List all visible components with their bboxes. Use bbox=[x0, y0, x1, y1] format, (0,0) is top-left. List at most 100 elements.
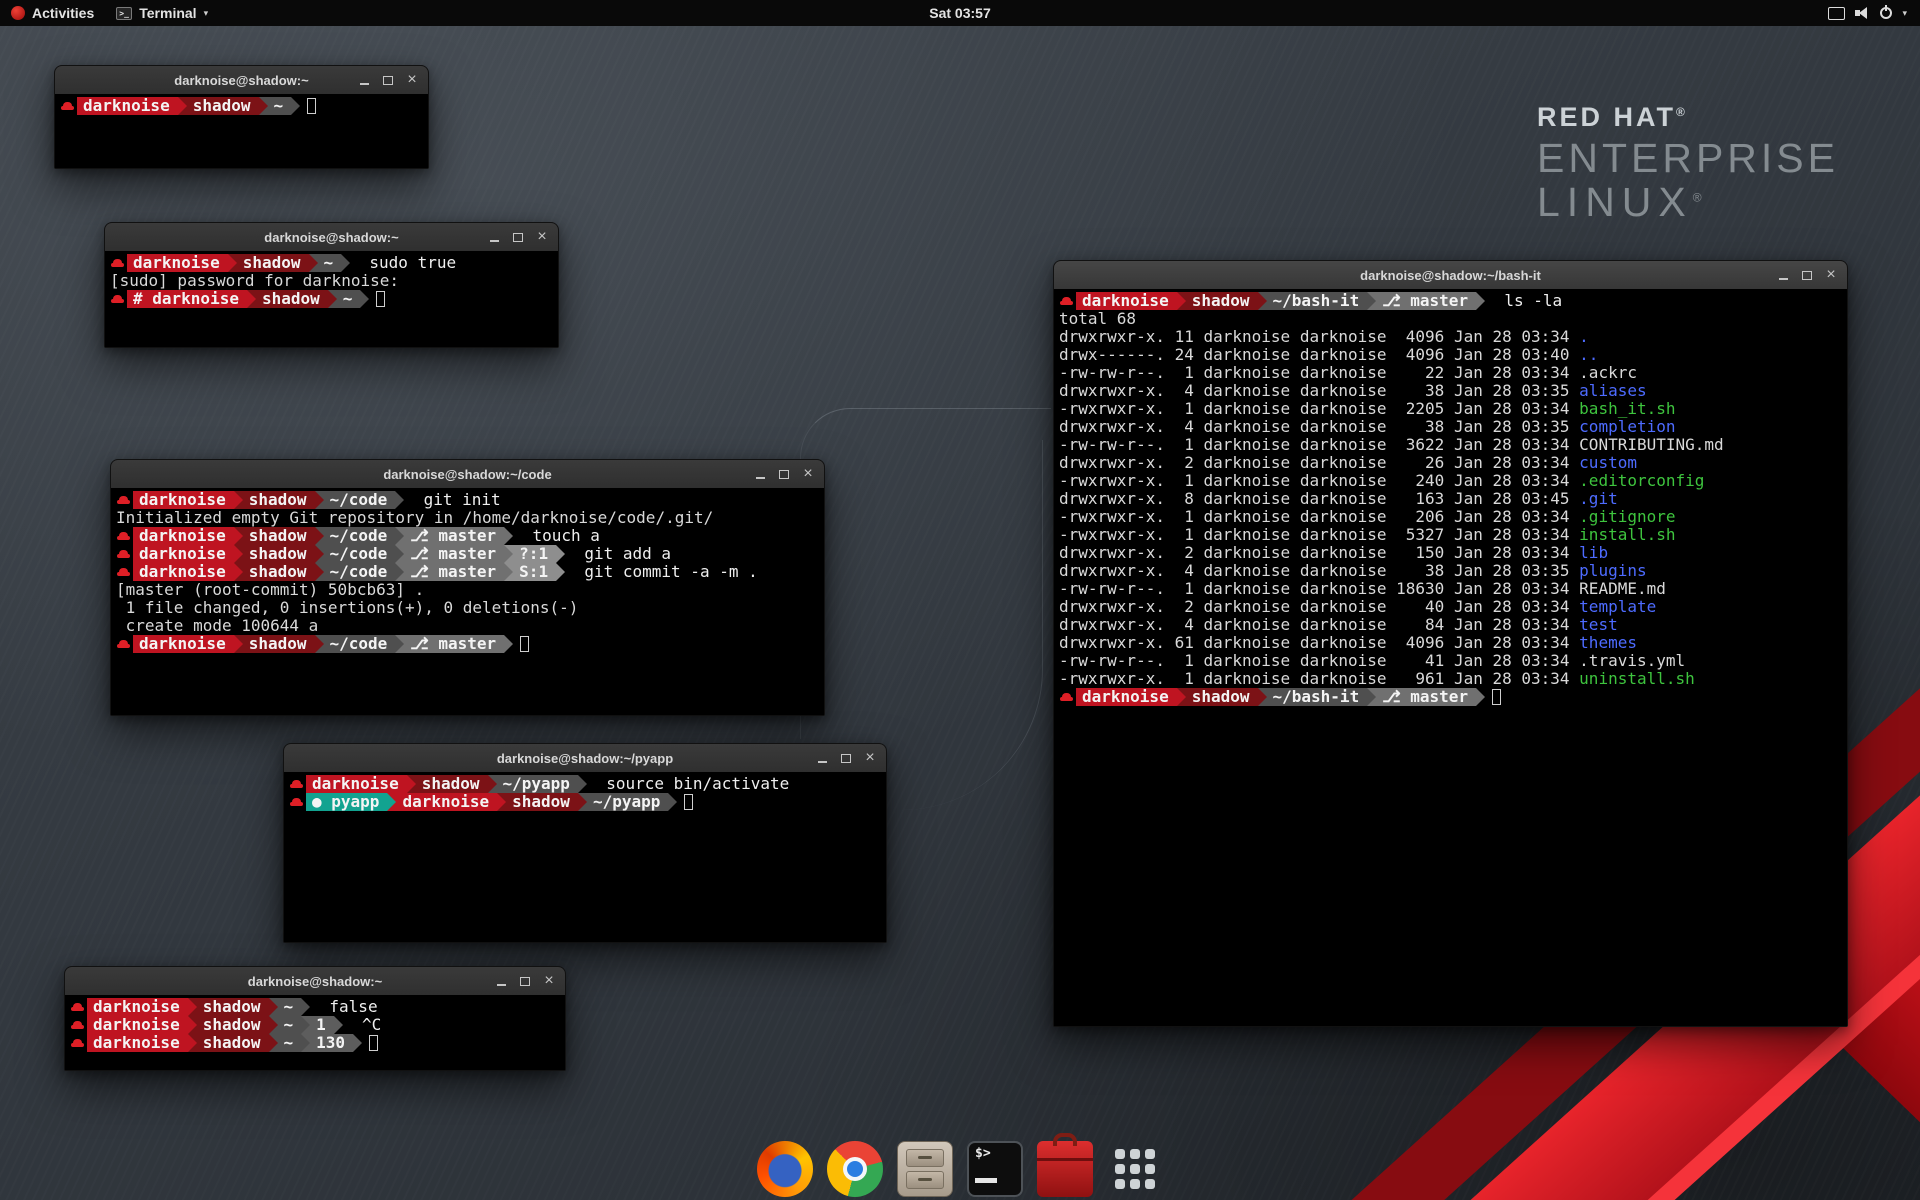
terminal-line: drwxrwxr-x. 61 darknoise darknoise 4096 … bbox=[1059, 634, 1842, 652]
terminal-icon[interactable]: $> bbox=[967, 1141, 1023, 1197]
terminal-line: -rw-rw-r--. 1 darknoise darknoise 18630 … bbox=[1059, 580, 1842, 598]
terminal-line: -rw-rw-r--. 1 darknoise darknoise 41 Jan… bbox=[1059, 652, 1842, 670]
prompt-segment: ⎇ master bbox=[404, 563, 504, 581]
powerline-separator-icon bbox=[578, 793, 587, 811]
window-titlebar[interactable]: darknoise@shadow:~/bash-it× bbox=[1054, 261, 1847, 290]
terminal-content[interactable]: darknoiseshadow~ bbox=[55, 94, 428, 168]
icon-part bbox=[906, 1171, 944, 1189]
icon-part bbox=[578, 775, 587, 793]
window-titlebar[interactable]: darknoise@shadow:~/code× bbox=[111, 460, 824, 489]
clock[interactable]: Sat 03:57 bbox=[929, 0, 990, 26]
output-text: create mode 100644 a bbox=[116, 617, 318, 635]
prompt-segment: darknoise bbox=[133, 545, 234, 563]
icon-part bbox=[1130, 1149, 1140, 1159]
terminal-line: drwxrwxr-x. 4 darknoise darknoise 38 Jan… bbox=[1059, 562, 1842, 580]
icon-part bbox=[269, 998, 278, 1016]
icon-part bbox=[188, 1016, 197, 1034]
firefox-icon[interactable] bbox=[757, 1141, 813, 1197]
dock: $> bbox=[757, 1141, 1163, 1197]
maximize-button[interactable] bbox=[836, 748, 856, 768]
powerline-separator-icon bbox=[269, 1034, 278, 1052]
output-text: -rwxrwxr-x. 1 darknoise darknoise 206 Ja… bbox=[1059, 508, 1579, 526]
icon-part bbox=[334, 1016, 343, 1034]
chrome-icon[interactable] bbox=[827, 1141, 883, 1197]
terminal-line: drwxrwxr-x. 2 darknoise darknoise 40 Jan… bbox=[1059, 598, 1842, 616]
terminal-content[interactable]: darknoiseshadow~ sudo true[sudo] passwor… bbox=[105, 251, 558, 347]
terminal-content[interactable]: darknoiseshadow~/code git initInitialize… bbox=[111, 488, 824, 715]
close-button[interactable]: × bbox=[532, 227, 552, 247]
terminal-line: darknoiseshadow~130 bbox=[70, 1034, 560, 1052]
maximize-button[interactable] bbox=[1797, 265, 1817, 285]
window-titlebar[interactable]: darknoise@shadow:~× bbox=[105, 223, 558, 252]
terminal-window[interactable]: darknoise@shadow:~×darknoiseshadow~ bbox=[54, 65, 429, 169]
toolbox-icon[interactable] bbox=[1037, 1141, 1093, 1197]
maximize-button[interactable] bbox=[508, 227, 528, 247]
icon-part bbox=[1802, 271, 1812, 280]
terminal-cursor bbox=[520, 636, 529, 652]
maximize-button[interactable] bbox=[774, 464, 794, 484]
app-grid-icon[interactable] bbox=[1107, 1141, 1163, 1197]
file-name: custom bbox=[1579, 454, 1637, 472]
maximize-button[interactable] bbox=[378, 70, 398, 90]
close-button[interactable]: × bbox=[860, 748, 880, 768]
minimize-button[interactable] bbox=[1773, 265, 1793, 285]
terminal-line: darknoiseshadow~/bash-it⎇ master ls -la bbox=[1059, 292, 1842, 310]
terminal-line: darknoiseshadow~ false bbox=[70, 998, 560, 1016]
icon-part bbox=[756, 477, 765, 479]
window-titlebar[interactable]: darknoise@shadow:~× bbox=[65, 967, 565, 996]
terminal-cursor bbox=[307, 98, 316, 114]
fedora-icon bbox=[1059, 292, 1076, 310]
terminal-content[interactable]: darknoiseshadow~/bash-it⎇ master ls -lat… bbox=[1054, 289, 1847, 1026]
fedora-icon bbox=[289, 775, 306, 793]
prompt-segment: ~/bash-it bbox=[1267, 292, 1368, 310]
minimize-button[interactable] bbox=[354, 70, 374, 90]
icon-part bbox=[504, 545, 513, 563]
window-titlebar[interactable]: darknoise@shadow:~/pyapp× bbox=[284, 744, 886, 773]
terminal-window[interactable]: darknoise@shadow:~×darknoiseshadow~ sudo… bbox=[104, 222, 559, 348]
powerline-separator-icon bbox=[234, 545, 243, 563]
terminal-window[interactable]: darknoise@shadow:~/bash-it×darknoiseshad… bbox=[1053, 260, 1848, 1027]
icon-part bbox=[975, 1178, 997, 1183]
terminal-cursor bbox=[376, 291, 385, 307]
prompt-segment: ~/code bbox=[324, 491, 396, 509]
activities-button[interactable]: Activities bbox=[0, 0, 105, 26]
icon-part bbox=[291, 97, 300, 115]
system-status-menu[interactable]: ▾ bbox=[1815, 0, 1920, 26]
icon-part bbox=[269, 1016, 278, 1034]
command-text: source bin/activate bbox=[587, 775, 789, 793]
output-text: drwxrwxr-x. 11 darknoise darknoise 4096 … bbox=[1059, 328, 1579, 346]
chevron-down-icon: ▾ bbox=[204, 8, 209, 19]
terminal-window[interactable]: darknoise@shadow:~/pyapp×darknoiseshadow… bbox=[283, 743, 887, 943]
close-button[interactable]: × bbox=[402, 70, 422, 90]
terminal-line: drwxrwxr-x. 4 darknoise darknoise 84 Jan… bbox=[1059, 616, 1842, 634]
minimize-button[interactable] bbox=[491, 971, 511, 991]
powerline-separator-icon bbox=[387, 793, 396, 811]
file-name: CONTRIBUTING.md bbox=[1579, 436, 1724, 454]
powerline-separator-icon bbox=[395, 545, 404, 563]
maximize-button[interactable] bbox=[515, 971, 535, 991]
icon-part bbox=[497, 984, 506, 986]
powerline-separator-icon bbox=[315, 635, 324, 653]
close-button[interactable]: × bbox=[798, 464, 818, 484]
minimize-button[interactable] bbox=[812, 748, 832, 768]
files-icon[interactable] bbox=[897, 1141, 953, 1197]
terminal-window[interactable]: darknoise@shadow:~×darknoiseshadow~ fals… bbox=[64, 966, 566, 1071]
terminal-content[interactable]: darknoiseshadow~/pyapp source bin/activa… bbox=[284, 772, 886, 942]
terminal-content[interactable]: darknoiseshadow~ falsedarknoiseshadow~1 … bbox=[65, 995, 565, 1070]
icon-part bbox=[228, 254, 237, 272]
close-button[interactable]: × bbox=[539, 971, 559, 991]
terminal-window[interactable]: darknoise@shadow:~/code×darknoiseshadow~… bbox=[110, 459, 825, 716]
terminal-line: drwx------. 24 darknoise darknoise 4096 … bbox=[1059, 346, 1842, 364]
powerline-separator-icon bbox=[228, 254, 237, 272]
icon-part bbox=[247, 290, 256, 308]
minimize-button[interactable] bbox=[484, 227, 504, 247]
powerline-separator-icon bbox=[234, 635, 243, 653]
prompt-segment: darknoise bbox=[133, 527, 234, 545]
close-button[interactable]: × bbox=[1821, 265, 1841, 285]
window-titlebar[interactable]: darknoise@shadow:~× bbox=[55, 66, 428, 95]
minimize-button[interactable] bbox=[750, 464, 770, 484]
app-menu-terminal[interactable]: Terminal ▾ bbox=[105, 0, 219, 26]
output-text: total 68 bbox=[1059, 310, 1136, 328]
terminal-line: -rwxrwxr-x. 1 darknoise darknoise 240 Ja… bbox=[1059, 472, 1842, 490]
terminal-line: total 68 bbox=[1059, 310, 1842, 328]
